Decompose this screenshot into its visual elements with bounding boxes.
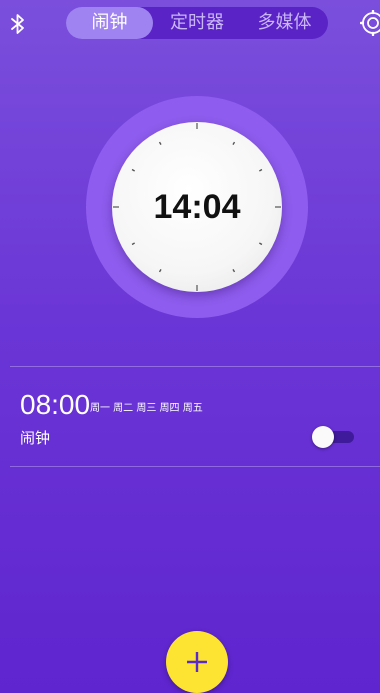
divider	[10, 366, 380, 367]
gear-icon[interactable]	[360, 10, 380, 36]
clock-face: 14:04	[112, 122, 282, 292]
top-bar: 闹钟 定时器 多媒体	[0, 0, 380, 48]
tab-timer[interactable]: 定时器	[155, 7, 239, 39]
divider	[10, 466, 380, 467]
bluetooth-icon[interactable]	[8, 12, 28, 36]
alarm-time: 08:00	[20, 389, 91, 420]
alarm-label: 闹钟	[20, 429, 51, 447]
tab-media[interactable]: 多媒体	[241, 7, 328, 39]
toggle-knob	[312, 426, 334, 448]
alarm-toggle[interactable]	[312, 426, 356, 448]
alarm-repeat-days: 周一 周二 周三 周四 周五	[90, 403, 203, 414]
plus-icon	[187, 652, 207, 672]
mode-tabs: 闹钟 定时器 多媒体	[66, 7, 328, 39]
tab-alarm[interactable]: 闹钟	[66, 7, 153, 39]
clock-time: 14:04	[153, 188, 241, 226]
add-alarm-button[interactable]	[166, 631, 228, 693]
